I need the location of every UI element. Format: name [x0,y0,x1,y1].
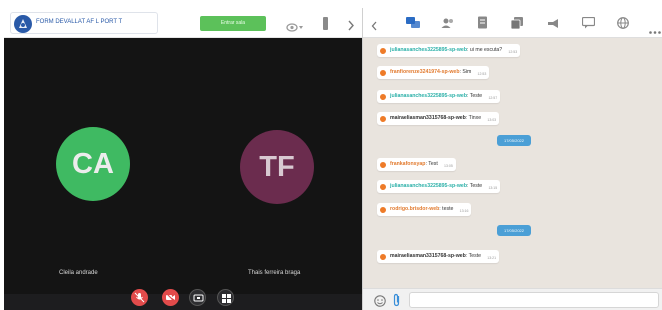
chat-panel: julianasanches3225895-sp-web: ui me escu… [362,8,662,310]
view-icon[interactable] [286,19,304,37]
meeting-controls-bar [4,294,362,310]
chat-message: julianasanches3225895-sp-web: ui me escu… [377,44,521,57]
top-strip [0,0,662,8]
screen-share-button[interactable] [189,289,206,306]
enter-room-button[interactable]: Entrar sala [200,16,266,31]
chat-message: mairaeliasman3315768-sp-web: Tinxe 13:03 [377,112,500,125]
chat-message: mairaeliasman3315768-sp-web: Teste 13:21 [377,250,500,263]
participant-name-ca: Cleila andrade [59,270,98,276]
megaphone-icon[interactable] [547,16,560,34]
message-text: teste [442,206,454,212]
chevron-right-icon[interactable] [347,18,355,36]
chat-message: rodrigo.brisdor-web: teste 13:16 [377,203,472,216]
chat-message: julianasanches3225895-sp-web: Teste 13:1… [377,180,501,193]
attach-icon[interactable] [392,293,401,310]
user-status-icon [380,206,386,213]
participant-name-tf: Thais ferreira braga [248,270,301,276]
message-time: 12:53 [508,50,518,54]
message-time: 12:53 [477,72,487,76]
message-time: 13:21 [487,256,497,260]
chat-message: frankafonsyap: Test 13:05 [377,158,456,171]
user-status-icon [380,47,386,54]
meeting-header: FORM DEVALLAT AF L PORT T Entrar sala [4,8,362,38]
emoji-icon[interactable] [374,294,386,310]
camera-button[interactable] [162,289,179,306]
screen-share-icon [193,294,204,302]
menu-icon[interactable] [322,17,329,35]
message-text: Sim [462,69,472,75]
back-icon[interactable] [371,18,378,36]
document-icon[interactable] [477,16,488,34]
chat-message: franfiorenze3241974-sp-web: Sim 12:53 [377,66,490,79]
participant-avatar-tf: TF [240,130,314,204]
chat-composer [363,288,662,310]
message-sender: rodrigo.brisdor-web [390,206,440,212]
user-status-icon [380,183,386,190]
message-text: Test [428,161,438,167]
message-time: 13:16 [459,209,469,213]
grid-icon [222,294,231,303]
room-name: FORM DEVALLAT AF L PORT T [36,19,123,25]
mic-muted-icon [134,292,145,303]
camera-off-icon [165,292,176,303]
message-sender: franfiorenze3241974-sp-web [390,69,460,75]
user-status-icon [380,93,386,100]
chat-message: julianasanches3225895-sp-web: Teste 12:5… [377,90,501,103]
logo-icon [14,15,32,33]
message-icon[interactable] [581,16,596,34]
user-status-icon [380,69,386,76]
message-time: 12:57 [488,96,498,100]
globe-icon[interactable] [617,16,629,34]
apps-button[interactable] [217,289,234,306]
meeting-panel: FORM DEVALLAT AF L PORT T Entrar sala CA… [4,8,362,310]
chat-icon[interactable] [406,16,420,34]
message-sender: mairaeliasman3315768-sp-web [390,253,466,259]
mic-button[interactable] [131,289,148,306]
user-status-icon [380,161,386,168]
message-input[interactable] [409,292,659,308]
message-time: 13:03 [487,118,497,122]
user-status-icon [380,253,386,260]
message-time: 13:15 [488,186,498,190]
message-text: Tinxe [468,115,482,121]
chat-messages: julianasanches3225895-sp-web: ui me escu… [363,38,662,288]
user-status-icon [380,115,386,122]
room-selector[interactable]: FORM DEVALLAT AF L PORT T [10,12,158,34]
date-separator: 17/05/2022 [497,225,531,236]
chat-toolbar [363,8,662,38]
people-icon[interactable] [441,16,455,34]
more-icon[interactable] [649,21,661,39]
message-text: Teste [468,253,482,259]
date-separator: 17/05/2022 [497,135,531,146]
message-sender: frankafonsyap [390,161,426,167]
message-text: ui me escuta? [469,47,503,53]
message-time: 13:05 [444,164,453,168]
message-sender: julianasanches3225895-sp-web [390,47,467,53]
copy-icon[interactable] [510,16,523,34]
message-sender: julianasanches3225895-sp-web [390,183,467,189]
message-sender: julianasanches3225895-sp-web [390,93,467,99]
message-text: Teste [469,183,483,189]
app-window: FORM DEVALLAT AF L PORT T Entrar sala CA… [0,0,662,310]
message-text: Teste [469,93,483,99]
message-sender: mairaeliasman3315768-sp-web [390,115,466,121]
participant-avatar-ca: CA [56,127,130,201]
